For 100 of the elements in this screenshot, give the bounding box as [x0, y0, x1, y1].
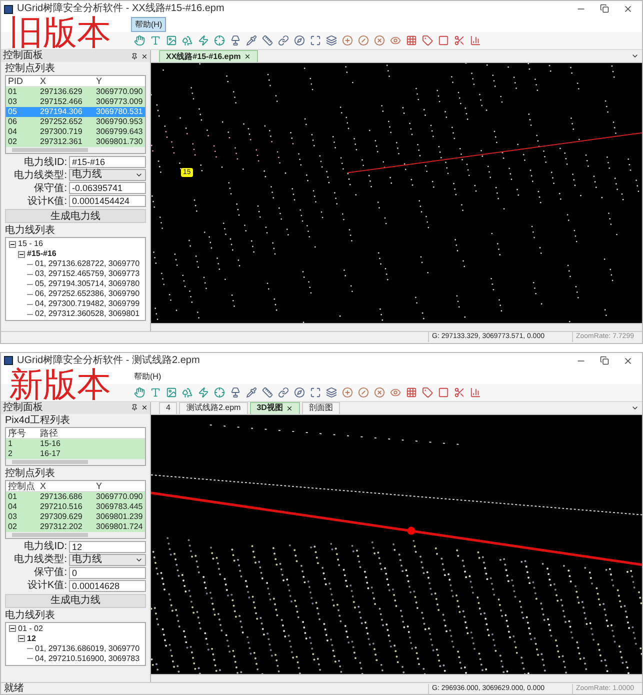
layers-icon[interactable] — [326, 35, 337, 46]
column-header[interactable]: X — [38, 480, 94, 490]
close-icon[interactable] — [141, 52, 148, 60]
point-cloud-viewport[interactable] — [151, 414, 642, 674]
collapse-icon[interactable] — [18, 635, 25, 642]
table-row[interactable]: 01 297136.629 3069770.090 — [6, 87, 145, 97]
tree-item[interactable]: 01 - 02 — [18, 624, 43, 634]
close-icon[interactable] — [141, 404, 148, 411]
lamp-icon[interactable] — [230, 35, 241, 46]
text-icon[interactable] — [150, 386, 161, 398]
table-row[interactable]: 2 16-17 — [6, 448, 145, 458]
crosshair-icon[interactable] — [214, 35, 225, 46]
menu-item[interactable]: 帮助(H) — [131, 370, 164, 382]
layers-icon[interactable] — [326, 386, 337, 398]
ruler-icon[interactable] — [262, 35, 273, 46]
pin-icon[interactable] — [131, 52, 138, 60]
pin-icon[interactable] — [131, 404, 138, 411]
bar-chart-icon[interactable] — [470, 386, 481, 398]
image-icon[interactable] — [166, 35, 177, 46]
grid-icon[interactable] — [406, 386, 417, 398]
column-header[interactable]: 路径 — [38, 428, 145, 438]
table-row[interactable]: 04 297300.719 3069799.643 — [6, 127, 145, 137]
table-row[interactable]: 03 297309.629 3069801.239 — [6, 512, 145, 522]
scissors-icon[interactable] — [454, 35, 465, 46]
lightning-icon[interactable] — [198, 35, 209, 46]
collapse-icon[interactable] — [9, 240, 16, 248]
scissors-icon[interactable] — [454, 386, 465, 398]
lightning-icon[interactable] — [198, 386, 209, 398]
table-row[interactable]: 02 297312.202 3069801.724 — [6, 522, 145, 532]
hand-icon[interactable] — [134, 386, 145, 398]
image-icon[interactable] — [166, 386, 177, 398]
tree-item[interactable]: 06, 297252.652386, 3069790 — [35, 289, 140, 299]
generate-button[interactable]: 生成电力线 — [5, 209, 146, 223]
eye-icon[interactable] — [390, 35, 401, 46]
input-field[interactable]: #15-#16 — [69, 156, 146, 168]
frame-icon[interactable] — [310, 35, 321, 46]
slash-circle-icon[interactable] — [358, 386, 369, 398]
x-circle-icon[interactable] — [374, 386, 385, 398]
x-circle-icon[interactable] — [374, 35, 385, 46]
table-row[interactable]: 03 297152.466 3069773.009 — [6, 97, 145, 107]
table-row[interactable]: 04 297210.516 3069783.445 — [6, 502, 145, 512]
table-row[interactable]: 1 15-16 — [6, 438, 145, 448]
square-icon[interactable] — [438, 35, 449, 46]
tree-item[interactable]: 05, 297194.305714, 3069780 — [35, 279, 140, 289]
collapse-icon[interactable] — [9, 625, 16, 632]
input-field[interactable]: 12 — [69, 540, 146, 552]
column-header[interactable]: X — [38, 76, 94, 86]
tree-item[interactable]: 04, 297210.516900, 3069783 — [35, 654, 140, 664]
text-icon[interactable] — [150, 35, 161, 46]
tree-item[interactable]: #15-#16 — [27, 249, 56, 259]
tree-icon[interactable] — [182, 35, 193, 46]
document-tab[interactable]: 3D视图 — [250, 402, 300, 414]
document-tab[interactable]: 测试线路2.epm — [179, 402, 248, 414]
scrollbar-thumb[interactable] — [12, 532, 88, 536]
slash-circle-icon[interactable] — [358, 35, 369, 46]
type-dropdown[interactable]: 电力线 — [69, 554, 146, 566]
input-field[interactable]: -0.06395741 — [69, 182, 146, 194]
column-header[interactable]: 序号 — [6, 428, 38, 438]
square-icon[interactable] — [438, 386, 449, 398]
table-row[interactable]: 01 297136.686 3069770.090 — [6, 492, 145, 502]
document-tab[interactable]: XX线路#15-#16.epm — [159, 50, 258, 62]
tree-item[interactable]: 01, 297136.628722, 3069770 — [35, 259, 140, 269]
generate-button[interactable]: 生成电力线 — [5, 594, 146, 608]
crosshair-icon[interactable] — [214, 386, 225, 398]
column-header[interactable]: PID — [6, 76, 38, 86]
input-field[interactable]: 0 — [69, 566, 146, 578]
tree-item[interactable]: 01, 297136.686019, 3069770 — [35, 644, 140, 654]
pipette-icon[interactable] — [246, 35, 257, 46]
lamp-icon[interactable] — [230, 386, 241, 398]
tree-icon[interactable] — [182, 386, 193, 398]
tree-item[interactable]: 02, 297312.360528, 3069801 — [35, 309, 140, 319]
tree-item[interactable]: 15 - 16 — [18, 239, 43, 249]
link-icon[interactable] — [278, 386, 289, 398]
scrollbar-thumb[interactable] — [12, 460, 88, 464]
column-header[interactable]: Y — [94, 76, 145, 86]
table-row[interactable]: 02 297312.361 3069801.730 — [6, 137, 145, 147]
collapse-icon[interactable] — [18, 250, 25, 258]
document-tab[interactable]: 剖面图 — [302, 402, 340, 414]
restore-icon[interactable] — [600, 4, 609, 13]
close-icon[interactable] — [286, 404, 293, 412]
type-dropdown[interactable]: 电力线 — [69, 169, 146, 181]
column-header[interactable]: Y — [94, 480, 145, 490]
close-icon[interactable] — [623, 356, 633, 366]
pipette-icon[interactable] — [246, 386, 257, 398]
input-field[interactable]: 0.00014628 — [69, 580, 146, 592]
plus-circle-icon[interactable] — [342, 386, 353, 398]
menu-item[interactable]: 帮助(H) — [131, 17, 166, 32]
column-header[interactable]: 控制点 — [6, 480, 38, 490]
hand-icon[interactable] — [134, 35, 145, 46]
link-icon[interactable] — [278, 35, 289, 46]
grid-icon[interactable] — [406, 35, 417, 46]
ruler-icon[interactable] — [262, 386, 273, 398]
restore-icon[interactable] — [600, 356, 609, 364]
frame-icon[interactable] — [310, 386, 321, 398]
scrollbar-thumb[interactable] — [12, 148, 88, 152]
close-icon[interactable] — [244, 53, 251, 60]
compass-icon[interactable] — [294, 35, 305, 46]
compass-icon[interactable] — [294, 386, 305, 398]
eye-icon[interactable] — [390, 386, 401, 398]
tree-item[interactable]: 03, 297152.465759, 3069773 — [35, 269, 140, 279]
